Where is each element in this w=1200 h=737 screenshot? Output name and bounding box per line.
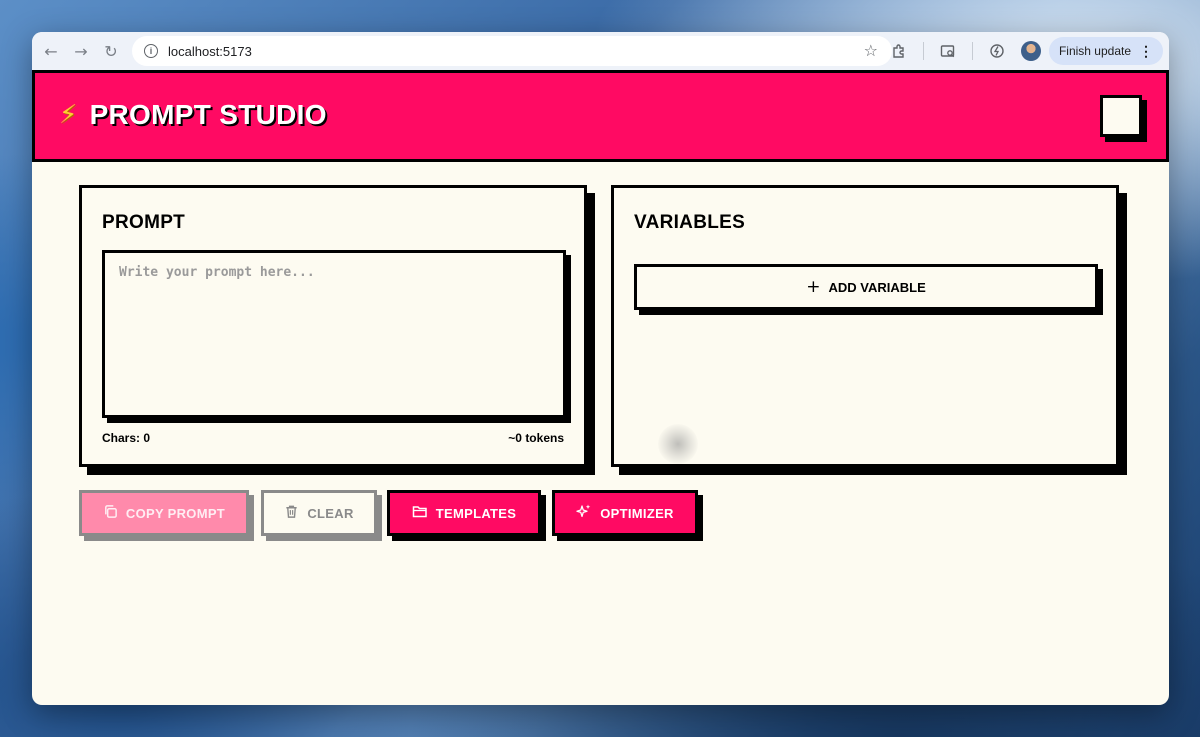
star-icon[interactable]: ☆ xyxy=(864,41,878,60)
finish-update-label: Finish update xyxy=(1058,44,1131,58)
variables-panel-title: VARIABLES xyxy=(634,212,746,233)
prompt-panel-title: PROMPT xyxy=(102,212,186,233)
browser-toolbar: ← → ↻ i localhost:5173 ☆ Finish update ⋮ xyxy=(32,32,1169,70)
url-text[interactable]: localhost:5173 xyxy=(168,44,252,59)
clear-button[interactable]: CLEAR xyxy=(261,490,377,536)
plus-icon: + xyxy=(806,277,821,297)
kebab-icon[interactable]: ⋮ xyxy=(1139,43,1153,60)
toolbar-separator xyxy=(971,42,973,60)
puzzle-icon-svg xyxy=(893,44,904,58)
bolt-icon: ⚡ xyxy=(59,100,78,130)
sparkles-icon xyxy=(576,503,592,523)
clear-label: CLEAR xyxy=(307,505,354,521)
copy-icon xyxy=(103,504,118,523)
templates-label: TEMPLATES xyxy=(435,505,517,521)
add-variable-label: ADD VARIABLE xyxy=(828,279,926,295)
finish-update-button[interactable]: Finish update ⋮ xyxy=(1048,37,1163,65)
tab-search-icon[interactable] xyxy=(934,37,962,65)
sparkles-icon-svg xyxy=(576,504,591,518)
tab-search-icon-svg xyxy=(940,45,955,58)
chars-count: Chars: 0 xyxy=(102,431,151,445)
leaf-icon-svg xyxy=(990,44,1004,58)
trash-icon xyxy=(284,504,299,523)
toolbar-separator xyxy=(922,42,924,60)
folder-icon-svg xyxy=(412,505,427,517)
app-title: ⚡ PROMPT STUDIO xyxy=(59,99,327,131)
forward-icon[interactable]: → xyxy=(66,36,96,66)
variables-panel: VARIABLES + ADD VARIABLE xyxy=(611,185,1119,467)
address-bar[interactable]: i localhost:5173 ☆ xyxy=(132,36,892,66)
header-toggle-button[interactable] xyxy=(1100,95,1142,137)
folder-icon xyxy=(412,504,428,523)
browser-window: ← → ↻ i localhost:5173 ☆ Finish update ⋮… xyxy=(32,32,1169,705)
copy-icon-svg xyxy=(104,504,117,518)
info-icon[interactable]: i xyxy=(144,44,158,58)
leaf-icon[interactable] xyxy=(983,37,1011,65)
add-variable-button[interactable]: + ADD VARIABLE xyxy=(634,264,1098,310)
trash-icon-svg xyxy=(286,505,298,518)
copy-prompt-button[interactable]: COPY PROMPT xyxy=(79,490,249,536)
optimizer-button[interactable]: OPTIMIZER xyxy=(552,490,698,536)
app-header: ⚡ PROMPT STUDIO xyxy=(32,70,1169,162)
copy-prompt-label: COPY PROMPT xyxy=(125,505,226,521)
prompt-textarea[interactable] xyxy=(102,250,566,418)
app-title-text: PROMPT STUDIO xyxy=(89,99,327,130)
prompt-panel: PROMPT Chars: 0 ~0 tokens xyxy=(79,185,587,467)
templates-button[interactable]: TEMPLATES xyxy=(387,490,541,536)
profile-avatar[interactable] xyxy=(1020,41,1041,61)
reload-icon[interactable]: ↻ xyxy=(96,36,126,66)
optimizer-label: OPTIMIZER xyxy=(600,505,674,521)
mouse-cursor xyxy=(658,424,698,464)
tokens-count: ~0 tokens xyxy=(508,431,564,445)
back-icon[interactable]: ← xyxy=(36,36,66,66)
puzzle-icon[interactable] xyxy=(885,37,913,65)
toolbar-right: Finish update ⋮ xyxy=(885,32,1169,70)
